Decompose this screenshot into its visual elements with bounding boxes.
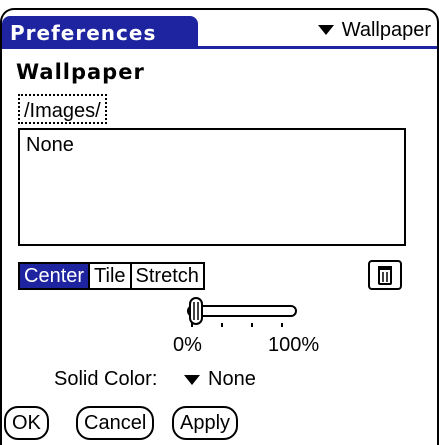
category-value: Wallpaper (341, 19, 431, 41)
folder-path-button[interactable]: /Images/ (18, 94, 107, 124)
wallpaper-list[interactable]: None (18, 128, 406, 246)
slider-max-label: 100% (268, 334, 320, 356)
solid-color-dropdown[interactable]: None (184, 368, 256, 391)
title-divider (2, 46, 437, 49)
title-bar: Preferences (2, 16, 198, 48)
triangle-down-icon (317, 25, 334, 35)
solid-color-value: None (208, 368, 256, 390)
delete-button[interactable] (368, 260, 402, 290)
slider-min-label: 0% (173, 334, 202, 356)
mode-stretch-button[interactable]: Stretch (131, 264, 203, 288)
cancel-button[interactable]: Cancel (76, 406, 155, 440)
apply-button[interactable]: Apply (172, 406, 239, 440)
slider-thumb[interactable] (189, 297, 203, 325)
category-dropdown[interactable]: Wallpaper (317, 16, 431, 44)
mode-center-button[interactable]: Center (20, 264, 91, 288)
opacity-slider[interactable] (182, 296, 302, 330)
mode-tile-button[interactable]: Tile (90, 264, 132, 288)
ok-button[interactable]: OK (4, 406, 49, 440)
solid-color-label: Solid Color: (54, 368, 158, 390)
section-heading: Wallpaper (16, 60, 145, 84)
preferences-screen: Preferences Wallpaper Wallpaper /Images/… (0, 0, 439, 445)
triangle-down-icon (184, 374, 200, 385)
title-text: Preferences (10, 21, 157, 45)
display-mode-selector: Center Tile Stretch (18, 262, 205, 290)
trash-icon (378, 266, 392, 285)
list-item[interactable]: None (26, 134, 398, 157)
